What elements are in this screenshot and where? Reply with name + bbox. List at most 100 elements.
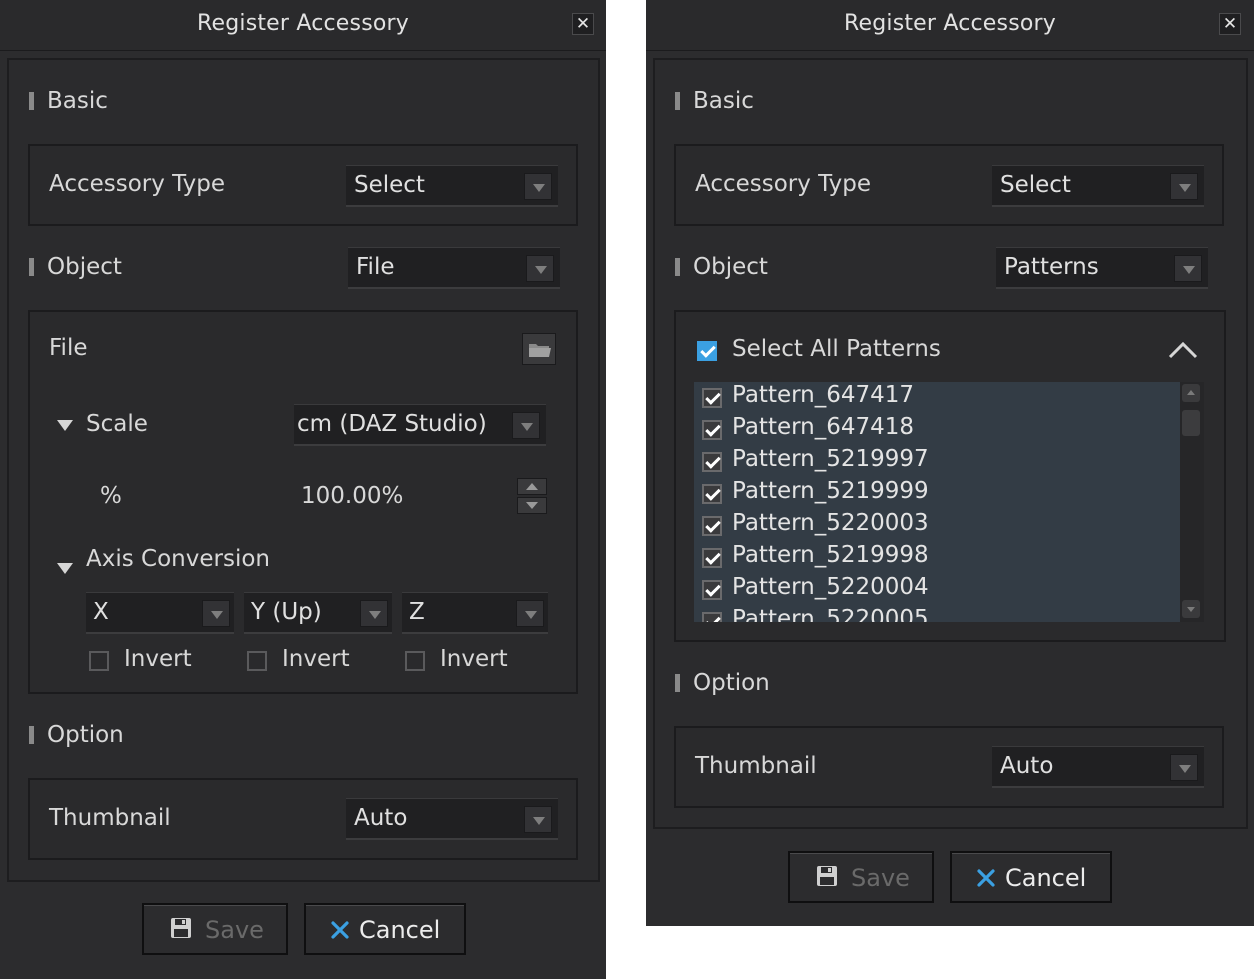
section-marker bbox=[29, 258, 34, 276]
pattern-checkbox[interactable] bbox=[702, 580, 722, 600]
pattern-name: Pattern_647418 bbox=[732, 414, 915, 440]
cancel-label: Cancel bbox=[359, 916, 441, 944]
accessory-type-label: Accessory Type bbox=[695, 171, 872, 197]
title-bar: Register Accessory ✕ bbox=[646, 0, 1254, 51]
pattern-checkbox[interactable] bbox=[702, 420, 722, 440]
patterns-list[interactable]: Pattern_647417 Pattern_647418 Pattern_52… bbox=[694, 382, 1180, 622]
register-accessory-dialog-file: Register Accessory ✕ Basic Accessory Typ… bbox=[0, 0, 606, 979]
scroll-up-arrow-icon[interactable] bbox=[1182, 384, 1200, 402]
scale-percent-stepper[interactable] bbox=[517, 478, 547, 516]
collapse-triangle-icon[interactable] bbox=[57, 420, 73, 431]
floppy-disk-icon bbox=[817, 866, 837, 886]
decrement-arrow-icon[interactable] bbox=[517, 497, 547, 514]
cancel-button[interactable]: Cancel bbox=[304, 903, 466, 955]
select-value: File bbox=[356, 254, 395, 280]
patterns-scrollbar[interactable] bbox=[1180, 382, 1204, 622]
select-value: Auto bbox=[1000, 753, 1054, 779]
invert-z-checkbox[interactable] bbox=[405, 651, 425, 671]
section-title: Object bbox=[693, 254, 768, 280]
cancel-button[interactable]: Cancel bbox=[950, 851, 1112, 903]
title-bar: Register Accessory ✕ bbox=[0, 0, 606, 51]
select-value: Select bbox=[354, 172, 425, 198]
invert-y-checkbox[interactable] bbox=[247, 651, 267, 671]
invert-x-checkbox[interactable] bbox=[89, 651, 109, 671]
list-item[interactable]: Pattern_5220005 bbox=[694, 606, 1180, 622]
scroll-down-arrow-icon[interactable] bbox=[1182, 600, 1200, 618]
dialog-title: Register Accessory bbox=[843, 11, 1056, 36]
chevron-down-icon[interactable] bbox=[524, 173, 552, 200]
select-value: Y (Up) bbox=[251, 599, 322, 625]
axis-z-select[interactable]: Z bbox=[402, 592, 548, 634]
section-marker bbox=[29, 726, 34, 744]
scale-percent-input[interactable]: 100.00% bbox=[301, 483, 403, 509]
accessory-type-select[interactable]: Select bbox=[992, 165, 1204, 207]
pattern-checkbox[interactable] bbox=[702, 516, 722, 536]
axis-conversion-label: Axis Conversion bbox=[86, 546, 270, 572]
close-x-icon bbox=[331, 921, 349, 939]
list-item[interactable]: Pattern_5220003 bbox=[694, 510, 1180, 542]
list-item[interactable]: Pattern_5219999 bbox=[694, 478, 1180, 510]
chevron-down-icon[interactable] bbox=[1170, 173, 1198, 200]
chevron-down-icon[interactable] bbox=[202, 600, 230, 627]
object-type-select[interactable]: File bbox=[348, 247, 560, 289]
list-item[interactable]: Pattern_5220004 bbox=[694, 574, 1180, 606]
close-icon[interactable]: ✕ bbox=[572, 13, 594, 35]
pattern-name: Pattern_5219999 bbox=[732, 478, 929, 504]
select-all-patterns-label: Select All Patterns bbox=[732, 336, 941, 362]
object-type-select[interactable]: Patterns bbox=[996, 247, 1208, 289]
section-title: Basic bbox=[693, 88, 754, 114]
chevron-down-icon[interactable] bbox=[516, 600, 544, 627]
save-button[interactable]: Save bbox=[788, 851, 934, 903]
collapse-triangle-icon[interactable] bbox=[57, 563, 73, 574]
pattern-name: Pattern_5219998 bbox=[732, 542, 929, 568]
list-item[interactable]: Pattern_5219998 bbox=[694, 542, 1180, 574]
section-title: Option bbox=[693, 670, 770, 696]
select-value: Patterns bbox=[1004, 254, 1099, 280]
chevron-down-icon[interactable] bbox=[360, 600, 388, 627]
chevron-down-icon[interactable] bbox=[526, 255, 554, 282]
invert-y-label: Invert bbox=[282, 646, 350, 672]
axis-x-select[interactable]: X bbox=[86, 592, 234, 634]
chevron-up-icon[interactable] bbox=[1167, 340, 1199, 360]
close-x-icon bbox=[977, 869, 995, 887]
invert-z-label: Invert bbox=[440, 646, 508, 672]
chevron-down-icon[interactable] bbox=[1170, 754, 1198, 781]
chevron-down-icon[interactable] bbox=[1174, 255, 1202, 282]
pattern-checkbox[interactable] bbox=[702, 452, 722, 472]
dialog-title: Register Accessory bbox=[196, 11, 409, 36]
thumbnail-select[interactable]: Auto bbox=[992, 746, 1204, 788]
pattern-name: Pattern_5220005 bbox=[732, 606, 929, 622]
floppy-disk-icon bbox=[171, 918, 191, 938]
pattern-name: Pattern_647417 bbox=[732, 382, 915, 408]
close-icon[interactable]: ✕ bbox=[1219, 13, 1241, 35]
select-all-patterns-checkbox[interactable] bbox=[697, 341, 717, 361]
pattern-checkbox[interactable] bbox=[702, 484, 722, 504]
invert-x-label: Invert bbox=[124, 646, 192, 672]
save-label: Save bbox=[851, 864, 910, 892]
chevron-down-icon[interactable] bbox=[512, 412, 540, 439]
select-value: Auto bbox=[354, 805, 408, 831]
chevron-down-icon[interactable] bbox=[524, 806, 552, 833]
select-value: cm (DAZ Studio) bbox=[297, 411, 487, 437]
list-item[interactable]: Pattern_647417 bbox=[694, 382, 1180, 414]
increment-arrow-icon[interactable] bbox=[517, 478, 547, 495]
pattern-checkbox[interactable] bbox=[702, 548, 722, 568]
file-label: File bbox=[49, 335, 88, 361]
folder-icon[interactable] bbox=[522, 333, 556, 365]
section-marker bbox=[675, 258, 680, 276]
list-item[interactable]: Pattern_647418 bbox=[694, 414, 1180, 446]
axis-y-select[interactable]: Y (Up) bbox=[244, 592, 392, 634]
scroll-thumb[interactable] bbox=[1182, 410, 1200, 436]
thumbnail-label: Thumbnail bbox=[695, 753, 817, 779]
thumbnail-select[interactable]: Auto bbox=[346, 798, 558, 840]
cancel-label: Cancel bbox=[1005, 864, 1087, 892]
percent-label: % bbox=[100, 483, 122, 509]
section-title: Option bbox=[47, 722, 124, 748]
pattern-checkbox[interactable] bbox=[702, 612, 722, 622]
pattern-checkbox[interactable] bbox=[702, 388, 722, 408]
list-item[interactable]: Pattern_5219997 bbox=[694, 446, 1180, 478]
scale-unit-select[interactable]: cm (DAZ Studio) bbox=[294, 404, 546, 446]
accessory-type-select[interactable]: Select bbox=[346, 165, 558, 207]
section-title: Basic bbox=[47, 88, 108, 114]
save-button[interactable]: Save bbox=[142, 903, 288, 955]
